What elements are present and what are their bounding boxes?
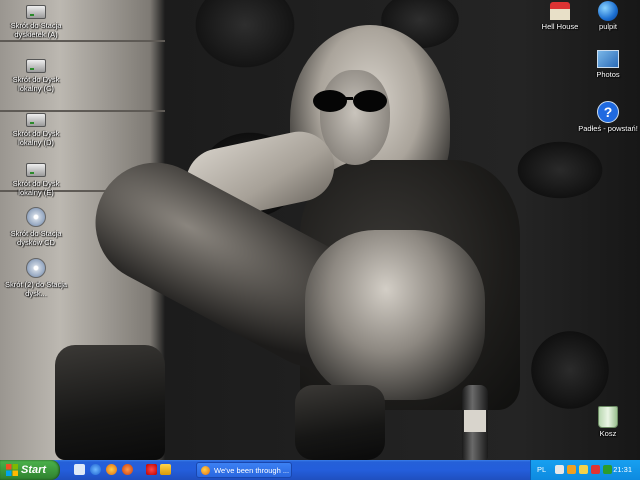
tray-network-icon[interactable]	[579, 465, 588, 474]
desktop-icon-label: Skrót do Dysk lokalny (E)	[12, 179, 60, 197]
firefox-icon	[201, 466, 210, 475]
taskbar-window-button[interactable]: We've been through ...	[196, 462, 292, 478]
clock[interactable]: 21:31	[613, 460, 632, 480]
desktop-icon-label: Skrót do Stacja dysków CD	[10, 229, 62, 247]
desktop-icon-label: Skrót (2) do Stacja dysk...	[4, 280, 68, 298]
taskbar-window-title: We've been through ...	[214, 466, 290, 475]
taskbar: Start We've been through ... PL 21:31	[0, 460, 640, 480]
quicklaunch-yellow-icon[interactable]	[160, 464, 171, 475]
hard-drive-icon	[26, 113, 46, 127]
icon-disk-e-shortcut[interactable]: Skrót do Dysk lokalny (E)	[0, 158, 72, 197]
cd-drive-icon	[26, 207, 46, 227]
photo-bottle-label	[464, 410, 486, 432]
language-indicator[interactable]: PL	[537, 460, 546, 480]
hard-drive-icon	[26, 163, 46, 177]
icon-cd-drive-shortcut[interactable]: Skrót do Stacja dysków CD	[0, 205, 72, 247]
photo-leg-right	[305, 230, 485, 400]
icon-padles-powstan[interactable]: ? Padłeś - powstań!	[573, 100, 640, 133]
recycle-bin-icon	[598, 406, 618, 428]
firefox-icon[interactable]	[106, 464, 117, 475]
icon-cd-drive-2-shortcut[interactable]: Skrót (2) do Stacja dysk...	[0, 256, 72, 298]
help-icon: ?	[597, 101, 619, 123]
desktop-icon-label: pulpit	[599, 22, 617, 31]
icon-disk-d-shortcut[interactable]: Skrót do Dysk lokalny (D)	[0, 108, 72, 147]
desktop-icon-label: Skrót do Stacja dyskietek (A)	[10, 21, 62, 39]
icon-photos[interactable]: Photos	[573, 46, 640, 79]
quicklaunch-red-icon[interactable]	[146, 464, 157, 475]
desktop-icon-label: Kosz	[599, 429, 617, 438]
icon-floppy-shortcut[interactable]: Skrót do Stacja dyskietek (A)	[0, 0, 72, 39]
desktop-icon-label: Skrót do Dysk lokalny (D)	[12, 129, 60, 147]
icon-pulpit[interactable]: pulpit	[573, 0, 640, 31]
photos-icon	[597, 50, 619, 68]
desktop-icon-label: Padłeś - powstań!	[578, 124, 638, 133]
internet-explorer-icon[interactable]	[90, 464, 101, 475]
system-tray: PL 21:31	[530, 460, 640, 480]
windows-flag-icon	[6, 464, 18, 476]
globe-icon	[598, 1, 618, 21]
tray-speaker-icon[interactable]	[555, 465, 564, 474]
wall-plank	[0, 40, 165, 42]
cd-drive-icon	[26, 258, 46, 278]
media-player-icon[interactable]	[122, 464, 133, 475]
start-button[interactable]: Start	[0, 460, 60, 480]
hard-drive-icon	[26, 59, 46, 73]
tray-security-icon[interactable]	[567, 465, 576, 474]
tray-antivirus-icon[interactable]	[591, 465, 600, 474]
desktop-icon-label: Photos	[596, 70, 620, 79]
icon-recycle-bin[interactable]: Kosz	[573, 405, 640, 438]
photo-boot-right	[295, 385, 385, 460]
desktop-wallpaper	[0, 0, 640, 460]
show-desktop-icon[interactable]	[74, 464, 85, 475]
desktop-icon-label: Skrót do Dysk lokalny (C)	[12, 75, 60, 93]
start-label: Start	[21, 464, 47, 476]
photo-boot-left	[55, 345, 165, 460]
floppy-drive-icon	[26, 5, 46, 19]
hell-house-icon	[550, 2, 570, 20]
photo-sunglasses	[313, 90, 387, 112]
icon-disk-c-shortcut[interactable]: Skrót do Dysk lokalny (C)	[0, 54, 72, 93]
tray-update-icon[interactable]	[603, 465, 612, 474]
